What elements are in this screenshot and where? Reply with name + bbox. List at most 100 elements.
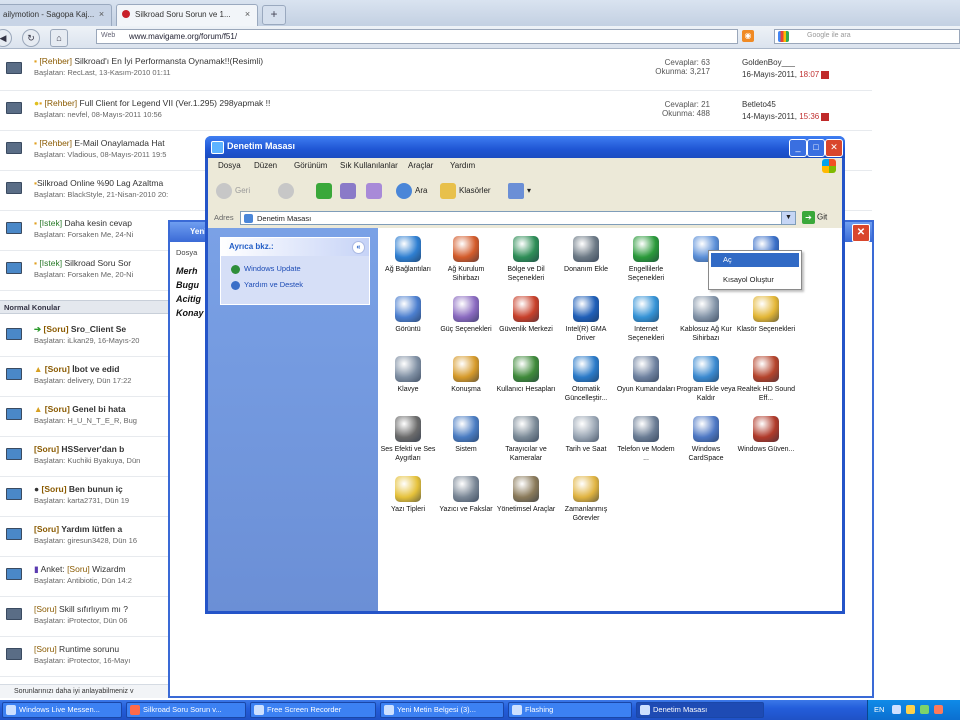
control-panel-item[interactable]: Ağ Kurulum Sihirbazı [436, 236, 496, 283]
control-panel-item[interactable]: Klasör Seçenekleri [736, 296, 796, 334]
menu-edit[interactable]: Düzen [254, 161, 277, 170]
control-panel-item[interactable]: Engellilerle Seçenekleri [616, 236, 676, 283]
browser-tab-dailymotion[interactable]: ailymotion - Sagopa Kaj... × [0, 4, 112, 26]
control-panel-item[interactable]: Kullanıcı Hesapları [496, 356, 556, 394]
folders-button[interactable]: Klasörler [440, 182, 491, 200]
last-post-icon[interactable] [821, 112, 830, 121]
thread-title[interactable]: [Soru] HSServer'dan b [34, 444, 124, 454]
notepad-menu-file[interactable]: Dosya [176, 248, 197, 257]
control-panel-item[interactable]: Program Ekle veya Kaldır [676, 356, 736, 403]
thread-title[interactable]: [Soru] Runtime sorunu [34, 644, 119, 654]
control-panel-item[interactable]: Telefon ve Modem ... [616, 416, 676, 463]
last-post-icon[interactable] [821, 70, 830, 79]
search-button[interactable]: Ara [396, 182, 427, 200]
menu-favorites[interactable]: Sık Kullanılanlar [340, 161, 398, 170]
thread-title[interactable]: ▪ [Rehber] E-Mail Onaylamada Hat [34, 138, 165, 148]
search-input[interactable]: Google ile ara [774, 29, 960, 44]
control-panel-item[interactable]: Güvenlik Merkezi [496, 296, 556, 334]
browser-tab-silkroad[interactable]: Silkroad Soru Sorun ve 1... × [116, 4, 258, 26]
close-icon[interactable]: ✕ [825, 139, 843, 157]
back-arrow-icon[interactable]: ◀ [0, 29, 12, 47]
thread-title[interactable]: ▪Silkroad Online %90 Lag Azaltma [34, 178, 163, 188]
thread-title[interactable]: ● [Soru] Ben bunun iç [34, 484, 123, 494]
thread-title[interactable]: ➔ [Soru] Sro_Client Se [34, 324, 126, 335]
control-panel-window[interactable]: Denetim Masası _ □ ✕ Dosya Düzen Görünüm… [205, 136, 845, 614]
control-panel-item[interactable]: Tarayıcılar ve Kameralar [496, 416, 556, 463]
maximize-icon[interactable]: □ [807, 139, 825, 157]
taskbar-item-messenger[interactable]: Windows Live Messen... [2, 702, 122, 718]
control-panel-item[interactable]: Ses Efekti ve Ses Aygıtları [378, 416, 438, 463]
close-icon[interactable]: × [96, 9, 107, 20]
go-button[interactable]: ➔ Git [802, 211, 827, 224]
rss-icon[interactable]: ◉ [742, 30, 754, 42]
control-panel-item[interactable]: Klavye [378, 356, 438, 394]
thread-title[interactable]: ▲ [Soru] İbot ve edid [34, 364, 119, 374]
context-menu-create-shortcut[interactable]: Kısayol Oluştur [711, 273, 799, 287]
tray-icon[interactable] [934, 705, 943, 714]
control-panel-item[interactable]: Realtek HD Sound Eff... [736, 356, 796, 403]
control-panel-item[interactable]: Windows CardSpace [676, 416, 736, 463]
taskbar-item-notepad[interactable]: Yeni Metin Belgesi (3)... [380, 702, 504, 718]
move-button[interactable] [366, 182, 385, 200]
control-panel-item[interactable]: Yazıcı ve Fakslar [436, 476, 496, 514]
up-button[interactable] [316, 182, 335, 200]
chevron-down-icon[interactable]: ▼ [781, 212, 795, 224]
windows-update-link[interactable]: Windows Update [231, 264, 301, 274]
forward-button[interactable] [278, 182, 297, 200]
thread-title[interactable]: ▪ [Rehber] Silkroad'ı En İyi Performanst… [34, 56, 263, 66]
last-post-user[interactable]: GoldenBoy___ [742, 58, 795, 67]
minimize-icon[interactable]: _ [789, 139, 807, 157]
table-row[interactable]: ●▪ [Rehber] Full Client for Legend VII (… [0, 90, 872, 131]
address-input[interactable]: Denetim Masası ▼ [240, 211, 796, 225]
control-panel-item[interactable]: Kablosuz Ağ Kur Sihirbazı [676, 296, 736, 343]
taskbar-item-flashing[interactable]: Flashing [508, 702, 632, 718]
tray-icon[interactable] [920, 705, 929, 714]
back-button[interactable]: Geri [216, 182, 250, 200]
control-panel-item[interactable]: Sistem [436, 416, 496, 454]
taskbar-item-browser[interactable]: Silkroad Soru Sorun v... [126, 702, 246, 718]
control-panel-item[interactable]: Intel(R) GMA Driver [556, 296, 616, 343]
control-panel-item[interactable]: Yazı Tipleri [378, 476, 438, 514]
menu-view[interactable]: Görünüm [294, 161, 327, 170]
url-input[interactable]: Web www.mavigame.org/forum/f51/ [96, 29, 738, 44]
menu-file[interactable]: Dosya [218, 161, 241, 170]
thread-title[interactable]: ▪ [Istek] Daha kesin cevap [34, 218, 132, 228]
views-button[interactable]: ▾ [508, 182, 531, 200]
folder-share-button[interactable] [340, 182, 359, 200]
see-also-heading[interactable]: Ayrıca bkz.: « [221, 238, 369, 256]
control-panel-item[interactable]: Internet Seçenekleri [616, 296, 676, 343]
control-panel-item[interactable]: Otomatik Güncelleştir... [556, 356, 616, 403]
thread-title[interactable]: ▪ [Istek] Silkroad Soru Sor [34, 258, 131, 268]
thread-title[interactable]: ▮ Anket: [Soru] Wizardm [34, 564, 126, 575]
table-row[interactable]: ▪ [Rehber] Silkroad'ı En İyi Performanst… [0, 50, 872, 91]
control-panel-item[interactable]: Zamanlanmış Görevler [556, 476, 616, 523]
menu-help[interactable]: Yardım [450, 161, 475, 170]
tray-icon[interactable] [906, 705, 915, 714]
context-menu-open[interactable]: Aç [711, 253, 799, 267]
menu-tools[interactable]: Araçlar [408, 161, 433, 170]
last-post-user[interactable]: Betleto45 [742, 100, 776, 109]
new-tab-button[interactable]: + [262, 5, 286, 25]
control-panel-item[interactable]: Güç Seçenekleri [436, 296, 496, 334]
reload-icon[interactable]: ↻ [22, 29, 40, 47]
close-icon[interactable]: ✕ [852, 224, 870, 242]
home-icon[interactable]: ⌂ [50, 29, 68, 47]
taskbar-item-control-panel[interactable]: Denetim Masası [636, 702, 764, 718]
control-panel-item[interactable]: Ağ Bağlantıları [378, 236, 438, 274]
thread-title[interactable]: [Soru] Skill sıfırlıyım mı ? [34, 604, 128, 614]
control-panel-item[interactable]: Görüntü [378, 296, 438, 334]
collapse-chevron-icon[interactable]: « [352, 241, 365, 254]
thread-title[interactable]: [Soru] Yardım lütfen a [34, 524, 122, 534]
control-panel-title-bar[interactable]: Denetim Masası _ □ ✕ [205, 136, 845, 158]
control-panel-item[interactable]: Donanım Ekle [556, 236, 616, 274]
language-indicator[interactable]: EN [874, 705, 884, 714]
tray-icon[interactable] [892, 705, 901, 714]
help-support-link[interactable]: Yardım ve Destek [231, 280, 303, 290]
control-panel-item[interactable]: Yönetimsel Araçlar [496, 476, 556, 514]
close-icon[interactable]: × [242, 9, 253, 20]
control-panel-item[interactable]: Bölge ve Dil Seçenekleri [496, 236, 556, 283]
thread-title[interactable]: ●▪ [Rehber] Full Client for Legend VII (… [34, 98, 270, 108]
control-panel-item[interactable]: Oyun Kumandaları [616, 356, 676, 394]
control-panel-item[interactable]: Windows Güven... [736, 416, 796, 454]
control-panel-item[interactable]: Konuşma [436, 356, 496, 394]
